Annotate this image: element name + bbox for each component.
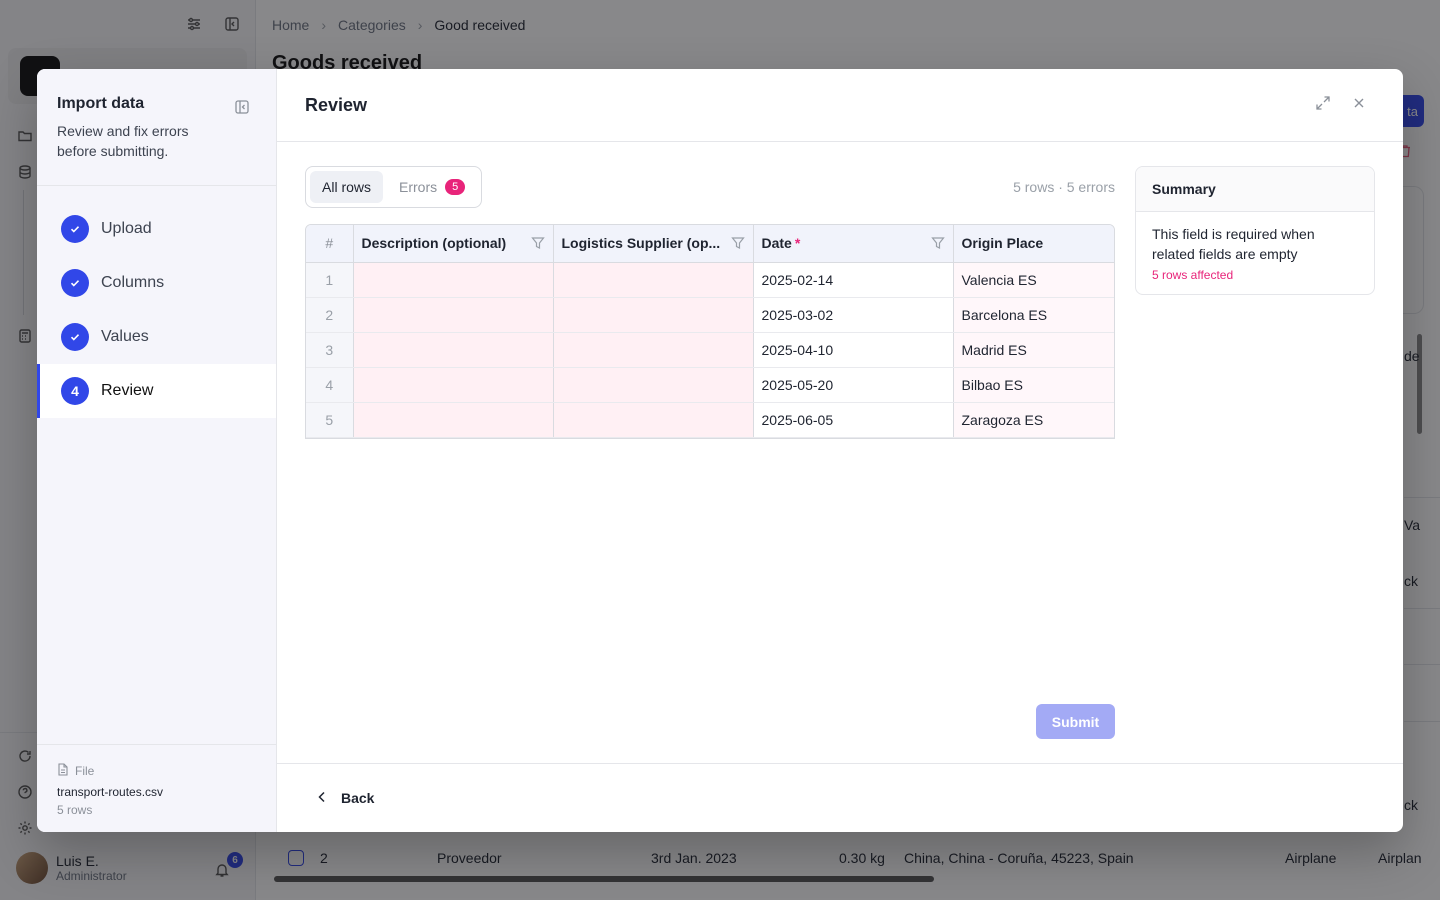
row-number: 5 xyxy=(306,402,354,438)
row-error-summary: 5 rows · 5 errors xyxy=(1013,179,1115,195)
wizard-subtitle: Review and fix errors before submitting. xyxy=(57,123,189,159)
submit-button[interactable]: Submit xyxy=(1036,704,1115,739)
summary-item[interactable]: This field is required when related fiel… xyxy=(1136,212,1374,294)
table-row: 3 2025-04-10 Madrid ES xyxy=(306,332,1114,368)
column-header-index: # xyxy=(306,225,354,263)
file-name: transport-routes.csv xyxy=(57,785,164,799)
table-row: 4 2025-05-20 Bilbao ES xyxy=(306,367,1114,403)
description-cell-error[interactable] xyxy=(353,262,554,298)
file-row-count: 5 rows xyxy=(57,803,93,817)
step-label: Review xyxy=(101,382,154,399)
supplier-cell-error[interactable] xyxy=(553,297,754,333)
row-number: 3 xyxy=(306,332,354,368)
step-columns[interactable]: Columns xyxy=(37,256,276,310)
column-title: Description (optional) xyxy=(361,235,507,252)
origin-cell[interactable]: Zaragoza ES xyxy=(953,402,1114,438)
filter-icon[interactable] xyxy=(930,236,945,253)
step-review[interactable]: 4 Review xyxy=(37,364,276,418)
step-upload[interactable]: Upload xyxy=(37,202,276,256)
date-cell[interactable]: 2025-04-10 xyxy=(753,332,954,368)
supplier-cell-error[interactable] xyxy=(553,402,754,438)
step-number: 4 xyxy=(61,377,89,405)
column-header-date[interactable]: Date * xyxy=(753,225,954,263)
tab-errors[interactable]: Errors 5 xyxy=(387,171,477,203)
date-cell[interactable]: 2025-05-20 xyxy=(753,367,954,403)
row-filter-tabs: All rows Errors 5 xyxy=(305,166,483,208)
step-label: Upload xyxy=(101,220,152,237)
summary-error-message: This field is required when related fiel… xyxy=(1152,226,1315,262)
error-count-badge: 5 xyxy=(445,179,466,195)
date-cell[interactable]: 2025-03-02 xyxy=(753,297,954,333)
date-cell[interactable]: 2025-06-05 xyxy=(753,402,954,438)
review-table: # Description (optional) Logistics Suppl… xyxy=(305,224,1115,439)
origin-cell[interactable]: Madrid ES xyxy=(953,332,1114,368)
expand-icon[interactable] xyxy=(1315,95,1331,111)
file-info: File transport-routes.csv 5 rows xyxy=(37,744,277,832)
description-cell-error[interactable] xyxy=(353,297,554,333)
summary-affected-rows: 5 rows affected xyxy=(1152,268,1234,282)
column-header-origin-place[interactable]: Origin Place xyxy=(953,225,1114,263)
description-cell-error[interactable] xyxy=(353,402,554,438)
back-button[interactable]: Back xyxy=(317,790,374,806)
modal-footer: Back xyxy=(277,763,1403,832)
row-number: 2 xyxy=(306,297,354,333)
column-header-logistics-supplier[interactable]: Logistics Supplier (op... xyxy=(553,225,754,263)
origin-cell[interactable]: Bilbao ES xyxy=(953,367,1114,403)
table-row: 5 2025-06-05 Zaragoza ES xyxy=(306,402,1114,438)
review-title: Review xyxy=(305,94,368,115)
row-number: 4 xyxy=(306,367,354,403)
supplier-cell-error[interactable] xyxy=(553,367,754,403)
table-row: 1 2025-02-14 Valencia ES xyxy=(306,262,1114,298)
error-summary-card: Summary This field is required when rela… xyxy=(1135,166,1375,295)
summary-title: Summary xyxy=(1136,167,1374,212)
wizard-steps: Upload Columns Values 4 Review xyxy=(37,186,276,418)
table-row: 2 2025-03-02 Barcelona ES xyxy=(306,297,1114,333)
origin-cell[interactable]: Valencia ES xyxy=(953,262,1114,298)
supplier-cell-error[interactable] xyxy=(553,262,754,298)
filter-icon[interactable] xyxy=(730,236,745,253)
wizard-title: Import data xyxy=(57,95,145,112)
origin-cell[interactable]: Barcelona ES xyxy=(953,297,1114,333)
collapse-panel-icon[interactable] xyxy=(234,99,250,118)
description-cell-error[interactable] xyxy=(353,332,554,368)
row-number: 1 xyxy=(306,262,354,298)
check-icon xyxy=(61,215,89,243)
review-panel: Review All rows Errors 5 5 rows · 5 erro… xyxy=(277,69,1403,832)
check-icon xyxy=(61,323,89,351)
step-label: Values xyxy=(101,328,149,345)
column-header-description[interactable]: Description (optional) xyxy=(353,225,554,263)
filter-icon[interactable] xyxy=(530,236,545,253)
file-label: File xyxy=(75,764,95,778)
description-cell-error[interactable] xyxy=(353,367,554,403)
file-icon xyxy=(57,763,69,779)
step-values[interactable]: Values xyxy=(37,310,276,364)
column-title: Date xyxy=(761,235,792,252)
check-icon xyxy=(61,269,89,297)
supplier-cell-error[interactable] xyxy=(553,332,754,368)
back-label: Back xyxy=(341,790,375,806)
chevron-left-icon xyxy=(317,790,327,806)
date-cell[interactable]: 2025-02-14 xyxy=(753,262,954,298)
required-asterisk: * xyxy=(794,235,801,252)
step-label: Columns xyxy=(101,274,165,291)
import-wizard-sidebar: Import data Review and fix errors before… xyxy=(37,69,277,832)
import-data-modal: Import data Review and fix errors before… xyxy=(37,69,1403,832)
tab-errors-label: Errors xyxy=(399,179,438,195)
table-header-row: # Description (optional) Logistics Suppl… xyxy=(306,225,1114,263)
close-icon[interactable] xyxy=(1351,95,1367,111)
tab-all-rows[interactable]: All rows xyxy=(310,171,384,203)
column-title: Logistics Supplier (op... xyxy=(561,235,721,252)
